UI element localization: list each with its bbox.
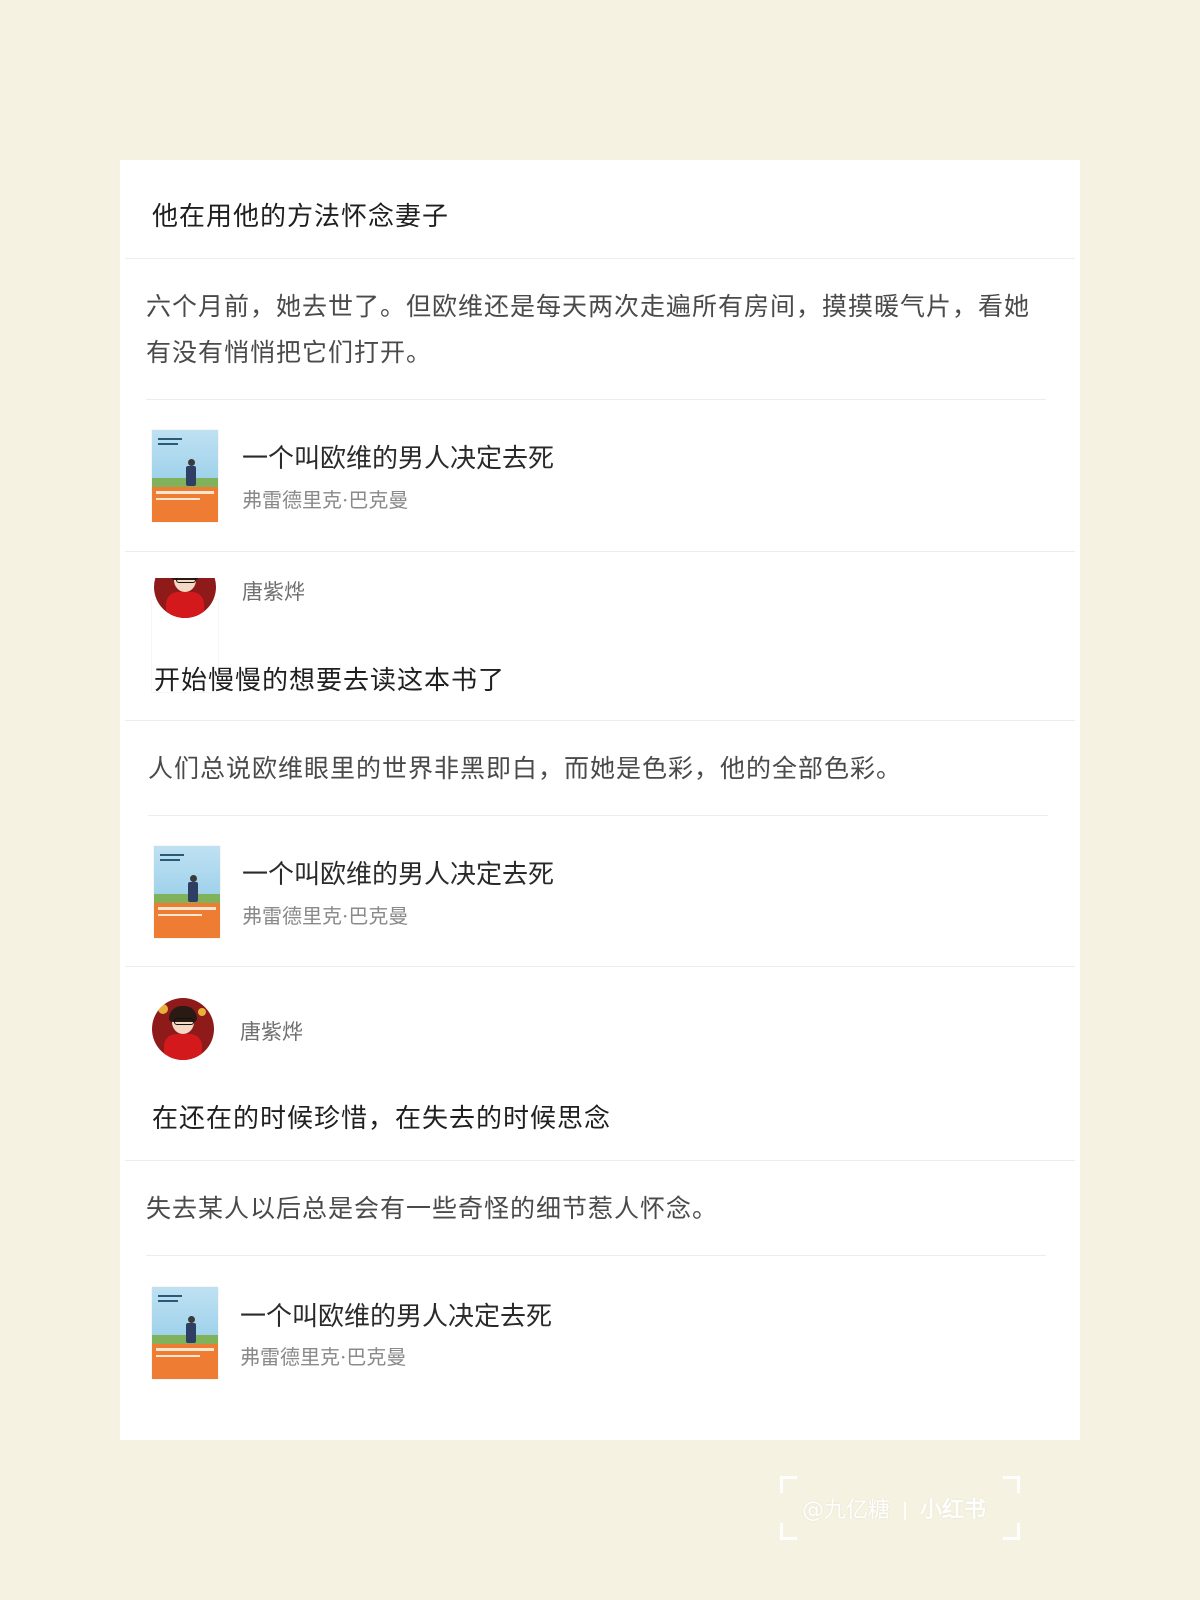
book-card[interactable] (120, 415, 1080, 545)
book-author: 弗雷德里克·巴克曼 (242, 488, 409, 512)
note-quote: 六个月前，她去世了。但欧维还是每天两次走遍所有房间，摸摸暖气片，看她有没有悄悄把… (146, 292, 1031, 367)
note-quote: 人们总说欧维眼里的世界非黑即白，而她是色彩，他的全部色彩。 (148, 754, 903, 783)
divider (148, 815, 1048, 816)
username[interactable]: 唐紫烨 (240, 1016, 303, 1046)
book-cover-icon (154, 846, 220, 938)
notes-card: 他在用他的方法怀念妻子 六个月前，她去世了。但欧维还是每天两次走遍所有房间，摸摸… (120, 160, 1080, 1440)
note-title: 开始慢慢的想要去读这本书了 (154, 666, 506, 696)
note-title: 他在用他的方法怀念妻子 (152, 202, 450, 232)
divider (146, 399, 1046, 400)
book-author: 弗雷德里克·巴克曼 (240, 1345, 407, 1369)
divider (146, 1255, 1046, 1256)
note-title: 在还在的时候珍惜，在失去的时候思念 (152, 1104, 612, 1134)
divider (125, 551, 1075, 552)
divider (125, 258, 1075, 259)
book-cover-icon (152, 1287, 218, 1379)
username[interactable]: 唐紫烨 (242, 576, 305, 606)
book-cover-icon (152, 430, 218, 522)
divider (125, 966, 1075, 967)
book-author: 弗雷德里克·巴克曼 (242, 904, 409, 928)
divider (125, 1160, 1075, 1161)
user-avatar-icon[interactable] (152, 998, 214, 1060)
note-quote: 失去某人以后总是会有一些奇怪的细节惹人怀念。 (146, 1194, 719, 1223)
book-title: 一个叫欧维的男人决定去死 (242, 860, 555, 890)
watermark: @九亿糖 小红书 (780, 1476, 1020, 1540)
watermark-handle: @九亿糖 (802, 1498, 891, 1523)
watermark-brand: 小红书 (920, 1498, 987, 1523)
user-avatar-icon[interactable] (154, 578, 216, 618)
divider (125, 720, 1075, 721)
book-title: 一个叫欧维的男人决定去死 (242, 444, 555, 474)
book-title: 一个叫欧维的男人决定去死 (240, 1302, 553, 1332)
